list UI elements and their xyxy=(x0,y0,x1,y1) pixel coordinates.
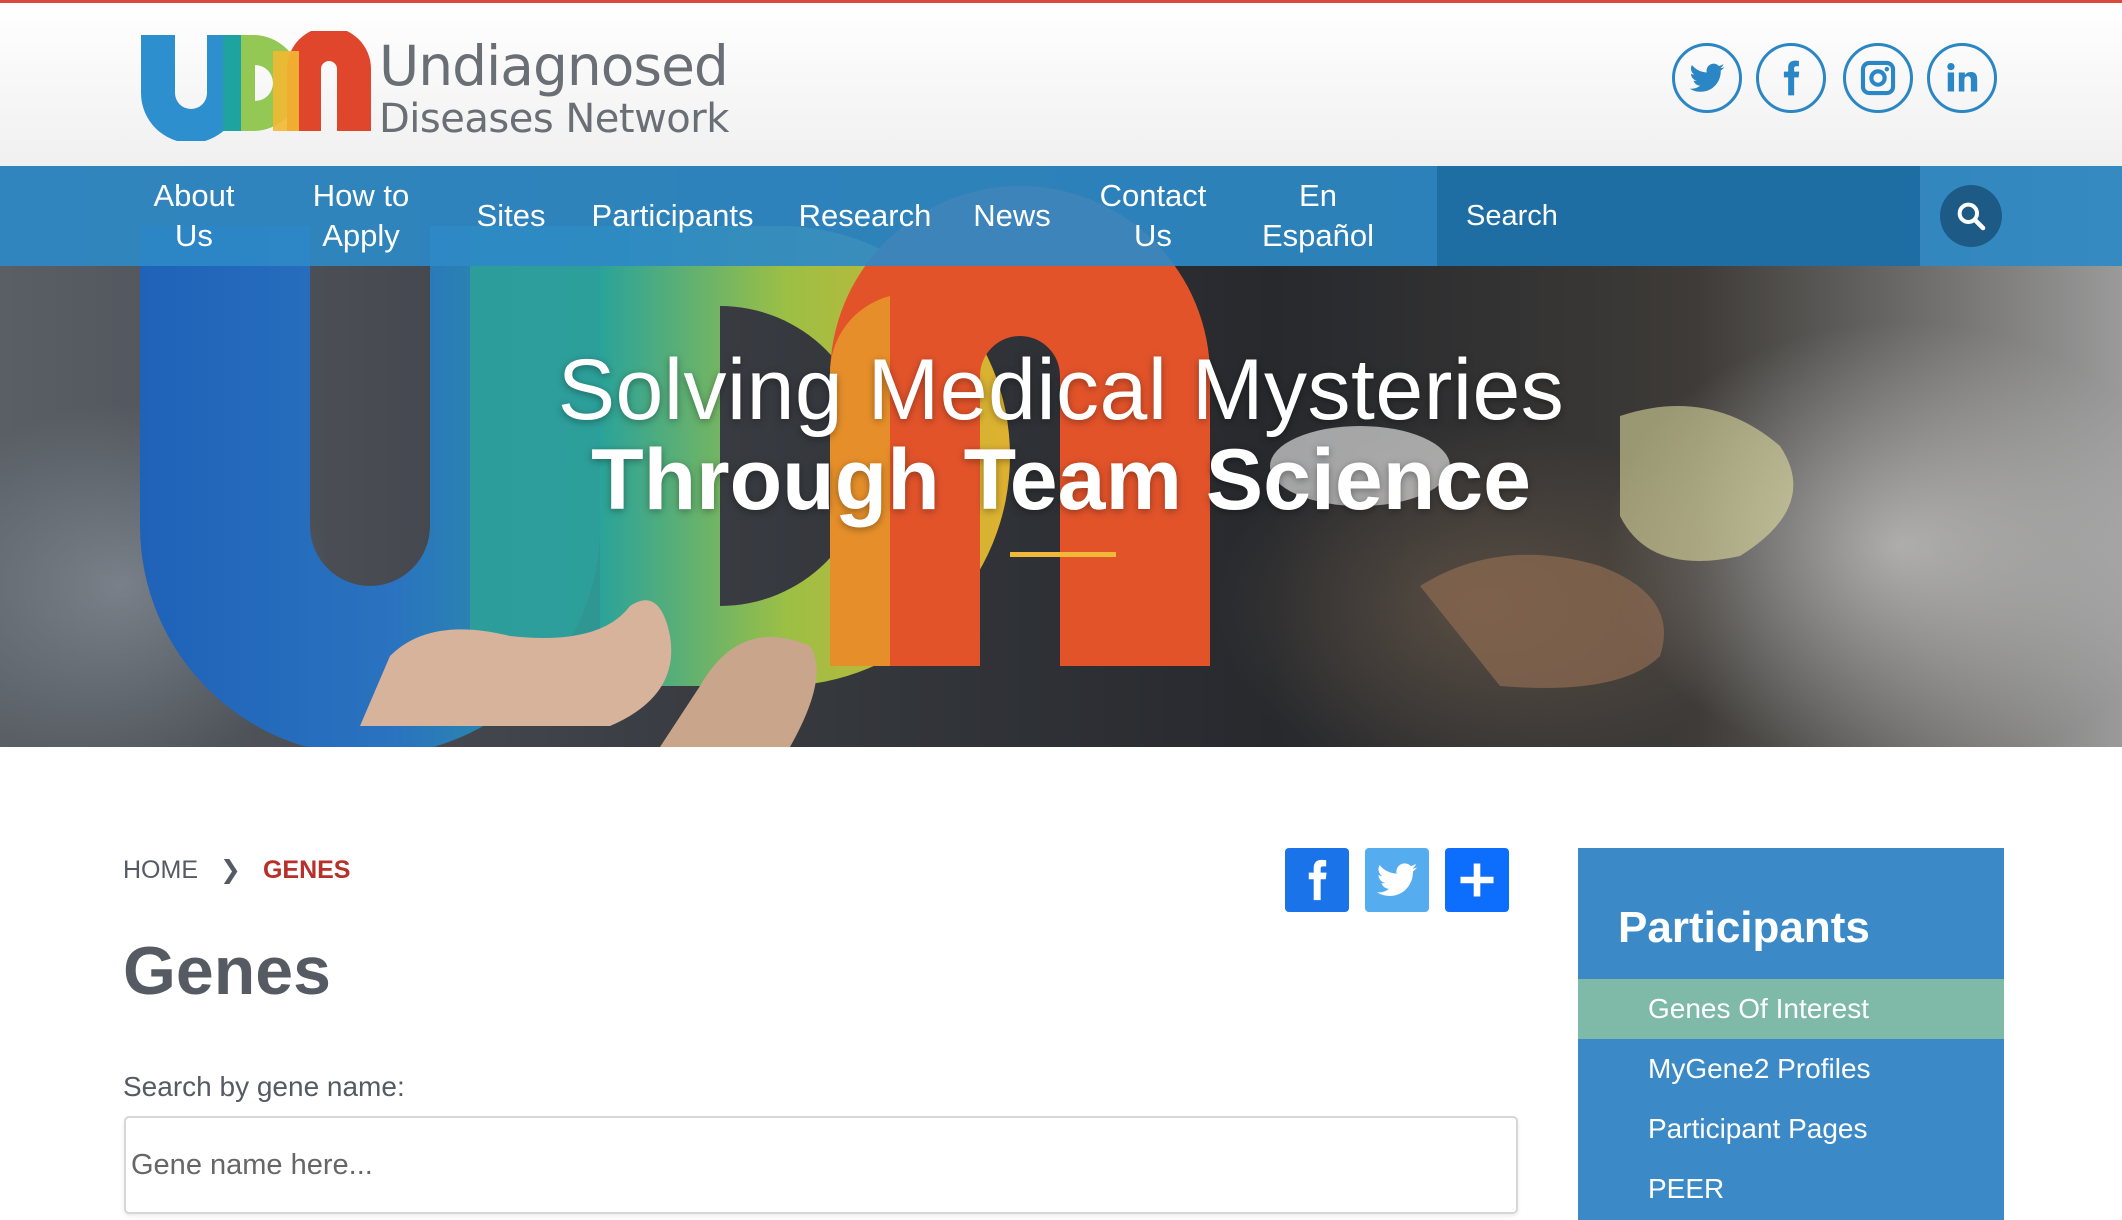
site-search-button[interactable] xyxy=(1940,185,2002,247)
nav-research[interactable]: Research xyxy=(790,166,940,266)
nav-how-to-apply[interactable]: How to Apply xyxy=(296,166,426,266)
share-more-button[interactable] xyxy=(1445,848,1509,912)
sidebar-item-mygene2-profiles[interactable]: MyGene2 Profiles xyxy=(1578,1039,2004,1099)
nav-contact-us[interactable]: Contact Us xyxy=(1090,166,1216,266)
hero-headline-line-1: Solving Medical Mysteries xyxy=(557,342,1565,438)
page-title: Genes xyxy=(123,933,331,1009)
nav-en-espanol[interactable]: En Español xyxy=(1250,166,1386,266)
nav-label: En Español xyxy=(1261,178,1375,253)
nav-sites[interactable]: Sites xyxy=(466,166,556,266)
gene-search-input[interactable] xyxy=(124,1116,1518,1214)
share-facebook-button[interactable] xyxy=(1285,848,1349,912)
participants-sidebar: Participants Genes Of Interest MyGene2 P… xyxy=(1578,848,2004,1220)
linkedin-link[interactable] xyxy=(1927,43,1997,113)
facebook-icon xyxy=(1783,60,1800,96)
twitter-icon xyxy=(1689,63,1725,92)
chevron-right-icon: ❯ xyxy=(220,856,241,884)
linkedin-icon xyxy=(1947,62,1978,92)
share-twitter-button[interactable] xyxy=(1365,848,1429,912)
facebook-link[interactable] xyxy=(1756,43,1826,113)
twitter-share-icon xyxy=(1376,863,1418,896)
breadcrumb-current: GENES xyxy=(262,855,351,884)
logo-line-1: Undiagnosed xyxy=(379,34,729,98)
sidebar-item-label: Participant Pages xyxy=(1648,1113,1868,1144)
sidebar-item-label: Genes Of Interest xyxy=(1648,993,1869,1024)
site-header: Undiagnosed Diseases Network xyxy=(0,3,2122,166)
nav-label: News xyxy=(973,198,1051,233)
instagram-icon xyxy=(1860,60,1896,96)
logo-line-2: Diseases Network xyxy=(379,96,729,142)
instagram-link[interactable] xyxy=(1843,43,1913,113)
facebook-share-icon xyxy=(1308,859,1327,901)
udn-logo[interactable]: Undiagnosed Diseases Network xyxy=(137,31,737,146)
nav-label: About Us xyxy=(153,178,235,253)
main-nav: About Us How to Apply Sites Participants… xyxy=(0,166,2122,266)
nav-about-us[interactable]: About Us xyxy=(134,166,254,266)
site-search-input[interactable]: Search xyxy=(1437,166,1920,266)
hero-headline-line-2: Through Team Science xyxy=(591,432,1531,528)
sidebar-item-label: PEER xyxy=(1648,1173,1725,1204)
nav-label: Sites xyxy=(476,198,546,233)
hero-divider xyxy=(1010,552,1116,557)
gene-search-label: Search by gene name: xyxy=(123,1071,405,1102)
twitter-link[interactable] xyxy=(1672,43,1742,113)
nav-label: Research xyxy=(798,198,932,233)
sidebar-item-label: MyGene2 Profiles xyxy=(1648,1053,1871,1084)
sidebar-title: Participants xyxy=(1618,903,1870,952)
breadcrumb-home-link[interactable]: HOME xyxy=(123,856,198,885)
sidebar-item-peer[interactable]: PEER xyxy=(1578,1159,2004,1219)
sidebar-item-genes-of-interest[interactable]: Genes Of Interest xyxy=(1578,979,2004,1039)
nav-news[interactable]: News xyxy=(962,166,1062,266)
logo-wordmark: Undiagnosed Diseases Network xyxy=(379,34,729,142)
nav-participants[interactable]: Participants xyxy=(580,166,765,266)
nav-label: How to Apply xyxy=(312,178,410,253)
search-icon xyxy=(1957,202,1986,231)
sidebar-item-participant-pages[interactable]: Participant Pages xyxy=(1578,1099,2004,1159)
plus-share-icon xyxy=(1460,863,1494,897)
breadcrumb: HOME ❯ GENES xyxy=(123,855,350,885)
nav-label: Participants xyxy=(591,198,754,233)
nav-label: Contact Us xyxy=(1099,178,1207,253)
udn-logo-mark xyxy=(141,31,371,141)
